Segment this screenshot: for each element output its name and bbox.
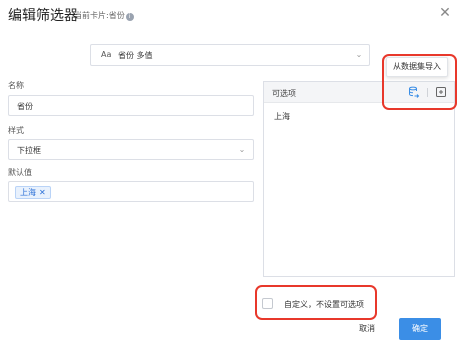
dialog-title: 编辑筛选器 — [8, 8, 78, 24]
dialog-subtitle: 当前卡片:省份 i — [74, 10, 134, 21]
default-value-label: 默认值 — [8, 168, 32, 177]
import-tooltip: 从数据集导入 — [386, 57, 448, 77]
chevron-down-icon[interactable]: ⌄ — [237, 145, 247, 155]
dialog-header: 编辑筛选器 当前卡片:省份 i ✕ — [0, 0, 474, 32]
custom-option-checkbox[interactable] — [262, 298, 273, 309]
custom-option-row[interactable]: 自定义，不设置可选项 — [262, 296, 382, 312]
header-divider — [427, 88, 428, 97]
info-icon[interactable]: i — [125, 13, 134, 21]
default-value-tag: 上海 ✕ — [15, 186, 51, 199]
name-field-value: 省份 — [17, 102, 33, 111]
default-tag-label: 上海 — [20, 188, 36, 197]
style-select[interactable]: 下拉框 ⌄ — [8, 139, 254, 160]
remove-tag-icon[interactable]: ✕ — [39, 188, 46, 197]
confirm-button[interactable]: 确定 — [399, 318, 441, 340]
custom-option-label: 自定义，不设置可选项 — [284, 300, 364, 309]
options-panel: 可选项 上海 — [263, 81, 455, 277]
options-panel-title: 可选项 — [272, 89, 296, 98]
chevron-down-icon[interactable]: ⌄ — [354, 50, 364, 60]
name-label: 名称 — [8, 81, 24, 90]
options-panel-header: 可选项 — [264, 82, 454, 103]
field-selector[interactable]: Aa 省份 多值 ⌄ — [90, 44, 370, 66]
dataset-import-icon[interactable] — [408, 86, 420, 98]
cancel-button[interactable]: 取消 — [352, 322, 382, 336]
add-file-icon[interactable] — [435, 86, 447, 98]
current-card-label: 当前卡片:省份 — [74, 11, 125, 20]
style-select-value: 下拉框 — [17, 146, 41, 155]
default-value-field[interactable]: 上海 ✕ — [8, 181, 254, 202]
text-type-icon: Aa — [101, 50, 112, 59]
field-selector-value: 省份 多值 — [118, 51, 153, 60]
list-item[interactable]: 上海 — [274, 111, 290, 122]
style-label: 样式 — [8, 126, 24, 135]
close-icon[interactable]: ✕ — [438, 6, 452, 20]
name-field[interactable]: 省份 — [8, 95, 254, 116]
